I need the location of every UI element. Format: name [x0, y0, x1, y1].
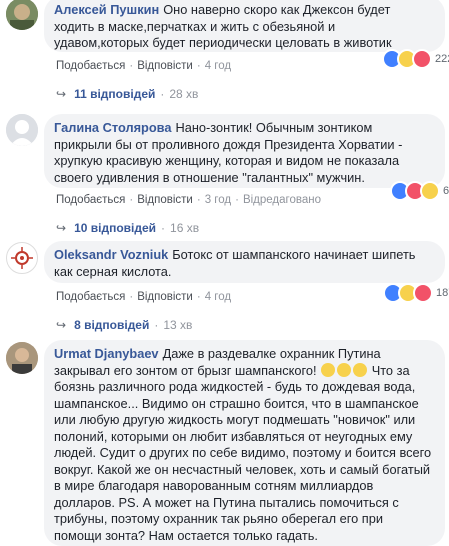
edited-label[interactable]: Відредаговано: [243, 194, 321, 206]
comments-feed: Алексей Пушкин Оно наверно скоро как Джек…: [0, 0, 449, 546]
view-replies-link[interactable]: ↪ 8 відповідей · 13 хв: [56, 318, 192, 332]
reaction-count: 64: [443, 185, 449, 197]
reactions-summary[interactable]: 64: [390, 181, 449, 201]
reactions-summary[interactable]: 222: [382, 49, 449, 69]
replies-time: 13 хв: [163, 318, 193, 332]
reply-arrow-icon: ↪: [56, 221, 67, 235]
replies-count[interactable]: 10 відповідей: [74, 221, 156, 235]
comment-bubble: Алексей Пушкин Оно наверно скоро как Джек…: [44, 0, 445, 52]
avatar[interactable]: [6, 0, 38, 30]
comment-time[interactable]: 4 год: [205, 60, 231, 72]
reaction-count: 222: [435, 53, 449, 65]
comment-bubble: Галина Столярова Нано-зонтик! Обычным зон…: [44, 114, 445, 188]
comment-bubble: Oleksandr Vozniuk Ботокс от шампанского н…: [44, 241, 445, 283]
comment-actions: Подобається · Відповісти · 4 год: [56, 60, 232, 72]
comment-text-continued: Что за боязнь различного рода жидкостей …: [54, 362, 432, 543]
view-replies-link[interactable]: ↪ 11 відповідей · 28 хв: [56, 87, 198, 101]
reply-button[interactable]: Відповісти: [137, 291, 193, 303]
love-icon: [412, 49, 432, 69]
laughing-emoji-icon: [321, 362, 336, 377]
like-button[interactable]: Подобається: [56, 194, 125, 206]
replies-time: 28 хв: [169, 87, 199, 101]
laughing-emoji-icon: [337, 362, 352, 377]
view-replies-link[interactable]: ↪ 10 відповідей · 16 хв: [56, 221, 199, 235]
comment-actions: Подобається · Відповісти · 4 год: [56, 291, 232, 303]
avatar[interactable]: [6, 114, 38, 146]
love-icon: [413, 283, 433, 303]
comment-author[interactable]: Алексей Пушкин: [54, 2, 159, 17]
comment-time[interactable]: 3 год: [205, 194, 231, 206]
comment-author[interactable]: Oleksandr Vozniuk: [54, 247, 168, 262]
comment-author[interactable]: Галина Столярова: [54, 120, 171, 135]
reply-button[interactable]: Відповісти: [137, 194, 193, 206]
comment-bubble: Urmat Djanybaev Даже в раздевалке охранни…: [44, 340, 445, 546]
reactions-summary[interactable]: 187: [383, 283, 449, 303]
reply-arrow-icon: ↪: [56, 87, 67, 101]
reply-arrow-icon: ↪: [56, 318, 67, 332]
like-button[interactable]: Подобається: [56, 291, 125, 303]
reply-button[interactable]: Відповісти: [137, 60, 193, 72]
avatar[interactable]: [6, 242, 38, 274]
laughing-emoji-icon: [353, 362, 368, 377]
comment-author[interactable]: Urmat Djanybaev: [54, 346, 159, 361]
replies-count[interactable]: 8 відповідей: [74, 318, 149, 332]
comment-actions: Подобається · Відповісти · 3 год · Відредагова…: [56, 194, 321, 206]
reaction-count: 187: [436, 287, 449, 299]
replies-count[interactable]: 11 відповідей: [74, 87, 155, 101]
like-button[interactable]: Подобається: [56, 60, 125, 72]
comment-time[interactable]: 4 год: [205, 291, 231, 303]
haha-icon: [420, 181, 440, 201]
avatar[interactable]: [6, 342, 38, 374]
replies-time: 16 хв: [170, 221, 200, 235]
